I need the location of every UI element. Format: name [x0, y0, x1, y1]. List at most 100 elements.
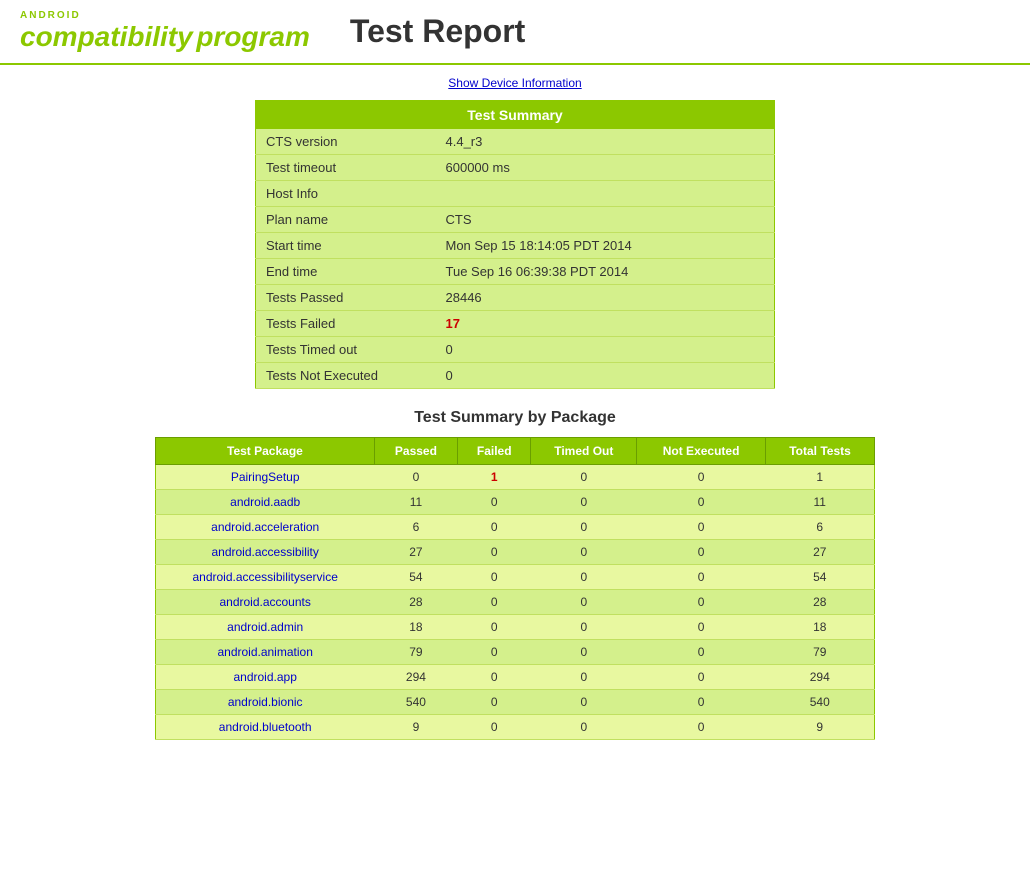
cell-failed: 0	[458, 565, 531, 590]
summary-row: Tests Not Executed0	[256, 363, 775, 389]
summary-row-label: End time	[256, 259, 436, 285]
table-row: PairingSetup01001	[156, 465, 875, 490]
cell-passed: 79	[374, 640, 457, 665]
cell-passed: 27	[374, 540, 457, 565]
package-link[interactable]: android.acceleration	[211, 520, 319, 534]
package-name-cell[interactable]: android.acceleration	[156, 515, 375, 540]
page-header: ANDROID compatibility program Test Repor…	[0, 0, 1030, 65]
cell-failed: 0	[458, 665, 531, 690]
cell-total: 11	[766, 490, 875, 515]
summary-row-label: Plan name	[256, 207, 436, 233]
cell-timed_out: 0	[531, 640, 637, 665]
logo-android-text: ANDROID	[20, 10, 310, 21]
cell-timed_out: 0	[531, 715, 637, 740]
cell-failed: 0	[458, 515, 531, 540]
summary-row: CTS version4.4_r3	[256, 129, 775, 155]
summary-row-label: Tests Timed out	[256, 337, 436, 363]
device-info-link[interactable]: Show Device Information	[448, 76, 581, 90]
cell-total: 54	[766, 565, 875, 590]
summary-row-value: 17	[436, 311, 775, 337]
summary-row-value: Tue Sep 16 06:39:38 PDT 2014	[436, 259, 775, 285]
summary-row-value: CTS	[436, 207, 775, 233]
package-link[interactable]: android.accessibility	[211, 545, 318, 559]
cell-timed_out: 0	[531, 515, 637, 540]
package-link[interactable]: android.accessibilityservice	[192, 570, 337, 584]
logo-compatibility: compatibility	[20, 21, 193, 52]
cell-timed_out: 0	[531, 490, 637, 515]
summary-row: End timeTue Sep 16 06:39:38 PDT 2014	[256, 259, 775, 285]
cell-passed: 0	[374, 465, 457, 490]
package-link[interactable]: android.bionic	[228, 695, 303, 709]
summary-row: Plan nameCTS	[256, 207, 775, 233]
summary-row-value: 0	[436, 363, 775, 389]
cell-passed: 54	[374, 565, 457, 590]
package-name-cell[interactable]: android.animation	[156, 640, 375, 665]
summary-row-value: 28446	[436, 285, 775, 311]
cell-not_executed: 0	[637, 640, 766, 665]
package-link[interactable]: android.app	[233, 670, 296, 684]
package-name-cell[interactable]: android.accessibilityservice	[156, 565, 375, 590]
summary-row-label: Tests Passed	[256, 285, 436, 311]
table-row: android.bionic540000540	[156, 690, 875, 715]
page-title: Test Report	[350, 13, 525, 50]
summary-row-label: Start time	[256, 233, 436, 259]
table-row: android.aadb1100011	[156, 490, 875, 515]
logo-container: ANDROID compatibility program	[20, 10, 310, 53]
package-link[interactable]: android.admin	[227, 620, 303, 634]
cell-passed: 18	[374, 615, 457, 640]
package-name-cell[interactable]: PairingSetup	[156, 465, 375, 490]
cell-failed: 0	[458, 615, 531, 640]
cell-passed: 9	[374, 715, 457, 740]
summary-row-value: 4.4_r3	[436, 129, 775, 155]
logo-compat-text: compatibility program	[20, 21, 310, 53]
table-row: android.app294000294	[156, 665, 875, 690]
cell-total: 1	[766, 465, 875, 490]
cell-passed: 294	[374, 665, 457, 690]
package-link[interactable]: android.bluetooth	[219, 720, 312, 734]
cell-total: 18	[766, 615, 875, 640]
cell-timed_out: 0	[531, 590, 637, 615]
package-name-cell[interactable]: android.app	[156, 665, 375, 690]
cell-not_executed: 0	[637, 690, 766, 715]
package-name-cell[interactable]: android.bionic	[156, 690, 375, 715]
cell-passed: 6	[374, 515, 457, 540]
test-summary-container: Test Summary CTS version4.4_r3Test timeo…	[255, 100, 775, 389]
cell-not_executed: 0	[637, 715, 766, 740]
package-col-header: Timed Out	[531, 438, 637, 465]
summary-row-label: CTS version	[256, 129, 436, 155]
package-link[interactable]: android.animation	[217, 645, 312, 659]
table-row: android.accessibility2700027	[156, 540, 875, 565]
summary-heading: Test Summary	[256, 101, 775, 130]
cell-total: 6	[766, 515, 875, 540]
package-link[interactable]: android.aadb	[230, 495, 300, 509]
package-name-cell[interactable]: android.aadb	[156, 490, 375, 515]
package-col-header: Not Executed	[637, 438, 766, 465]
cell-failed: 0	[458, 715, 531, 740]
package-col-header: Test Package	[156, 438, 375, 465]
package-name-cell[interactable]: android.bluetooth	[156, 715, 375, 740]
cell-total: 540	[766, 690, 875, 715]
summary-row-value	[436, 181, 775, 207]
package-col-header: Total Tests	[766, 438, 875, 465]
cell-total: 9	[766, 715, 875, 740]
package-name-cell[interactable]: android.accounts	[156, 590, 375, 615]
table-row: android.bluetooth90009	[156, 715, 875, 740]
package-name-cell[interactable]: android.accessibility	[156, 540, 375, 565]
summary-row-value: 0	[436, 337, 775, 363]
summary-row: Tests Timed out0	[256, 337, 775, 363]
cell-failed: 0	[458, 490, 531, 515]
cell-not_executed: 0	[637, 490, 766, 515]
cell-passed: 11	[374, 490, 457, 515]
table-row: android.admin1800018	[156, 615, 875, 640]
cell-not_executed: 0	[637, 540, 766, 565]
table-row: android.accessibilityservice5400054	[156, 565, 875, 590]
cell-failed: 0	[458, 640, 531, 665]
cell-not_executed: 0	[637, 565, 766, 590]
summary-row: Start timeMon Sep 15 18:14:05 PDT 2014	[256, 233, 775, 259]
cell-timed_out: 0	[531, 540, 637, 565]
package-link[interactable]: android.accounts	[219, 595, 310, 609]
summary-row-label: Tests Failed	[256, 311, 436, 337]
package-name-cell[interactable]: android.admin	[156, 615, 375, 640]
summary-row: Host Info	[256, 181, 775, 207]
package-link[interactable]: PairingSetup	[231, 470, 300, 484]
